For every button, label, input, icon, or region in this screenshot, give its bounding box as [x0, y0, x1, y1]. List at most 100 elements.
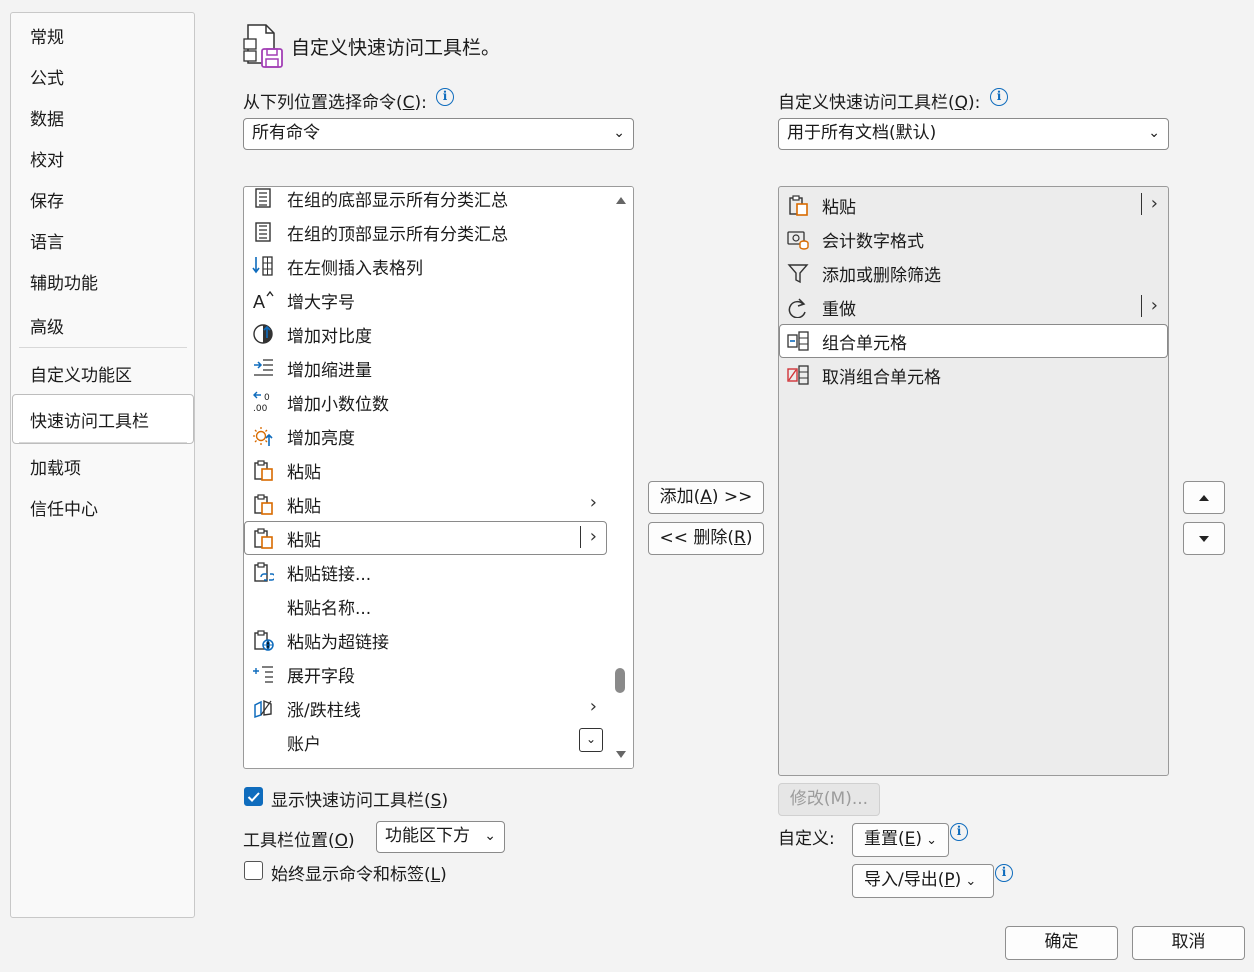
qat-commands-list[interactable]: 粘贴 › 会计数字格式添加或删除筛选 重做 › 组合单元格取消组合单元格 — [778, 186, 1169, 776]
scroll-down-arrow-icon[interactable] — [615, 750, 627, 760]
list-item[interactable]: 取消组合单元格 — [779, 358, 1168, 392]
add-button[interactable]: 添加(A) >> — [648, 481, 764, 514]
svg-text:A: A — [253, 292, 265, 311]
svg-text:.00: .00 — [253, 404, 268, 413]
sidebar-item-addins[interactable]: 加载项 — [30, 454, 81, 479]
choose-commands-dropdown[interactable]: 所有命令 ⌄ — [243, 118, 634, 150]
always-show-labels-label: 始终显示命令和标签(L) — [271, 865, 447, 885]
list-item[interactable]: 在组的底部显示所有分类汇总 — [244, 187, 607, 215]
list-item[interactable]: 粘贴 — [244, 453, 607, 487]
sidebar-item-quick-access-toolbar[interactable]: 快速访问工具栏 — [30, 407, 149, 432]
sidebar-item-save[interactable]: 保存 — [30, 187, 64, 212]
list-item[interactable]: 重做 › — [779, 290, 1168, 324]
info-icon[interactable]: i — [436, 88, 454, 106]
split-divider — [1141, 193, 1142, 215]
move-up-button[interactable] — [1183, 481, 1225, 514]
list-item[interactable]: 在左侧插入表格列 — [244, 249, 607, 283]
list-item[interactable]: 会计数字格式 — [779, 222, 1168, 256]
svg-text:0: 0 — [264, 393, 270, 403]
chevron-down-icon: ⌄ — [922, 833, 938, 848]
chevron-right-icon[interactable]: › — [1151, 193, 1158, 214]
sidebar-item-data[interactable]: 数据 — [30, 105, 64, 130]
paste-icon — [254, 528, 273, 549]
move-down-button[interactable] — [1183, 522, 1225, 555]
sidebar-item-proofing[interactable]: 校对 — [30, 146, 64, 171]
dropdown-icon[interactable]: ⌄ — [579, 728, 603, 752]
sidebar-item-advanced[interactable]: 高级 — [30, 313, 64, 338]
merge-cells-icon — [787, 331, 809, 351]
list-item-label: 粘贴名称... — [287, 599, 372, 619]
chevron-right-icon[interactable]: › — [1151, 295, 1158, 316]
list-item[interactable]: 粘贴为超链接 — [244, 623, 607, 657]
chevron-right-icon[interactable]: › — [590, 492, 597, 513]
options-sidebar: 常规 公式 数据 校对 保存 语言 辅助功能 高级 自定义功能区 快速访问工具栏… — [10, 12, 195, 918]
list-item[interactable]: 粘贴链接... — [244, 555, 607, 589]
sidebar-item-general[interactable]: 常规 — [30, 23, 64, 48]
customize-label: 自定义: — [778, 829, 835, 849]
list-item[interactable]: 粘贴名称... — [244, 589, 607, 623]
chevron-right-icon[interactable]: › — [590, 696, 597, 717]
list-item[interactable]: A 增大字号 — [244, 283, 607, 317]
list-item[interactable]: 粘贴 › — [244, 521, 607, 555]
show-qat-checkbox[interactable] — [244, 787, 263, 806]
chevron-down-icon: ⌄ — [1148, 125, 1160, 141]
info-icon[interactable]: i — [950, 823, 968, 841]
sidebar-item-customize-ribbon[interactable]: 自定义功能区 — [30, 361, 132, 386]
sidebar-item-formulas[interactable]: 公式 — [30, 64, 64, 89]
customize-qat-label: 自定义快速访问工具栏(Q): — [778, 93, 981, 113]
up-down-bars-icon — [254, 699, 272, 719]
chevron-right-icon[interactable]: › — [590, 526, 597, 547]
list-item-label: 展开字段 — [287, 667, 355, 687]
remove-button[interactable]: << 删除(R) — [648, 522, 764, 555]
checkmark-icon — [247, 792, 260, 802]
import-export-dropdown-button[interactable]: 导入/导出(P) ⌄ — [852, 864, 994, 898]
list-item[interactable]: 0.00 增加小数位数 — [244, 385, 607, 419]
sidebar-divider — [19, 442, 187, 443]
list-item[interactable]: 组合单元格 — [779, 324, 1168, 358]
quick-access-toolbar-icon — [243, 24, 283, 68]
list-item-label: 在组的底部显示所有分类汇总 — [287, 191, 508, 211]
sidebar-item-trust-center[interactable]: 信任中心 — [30, 495, 98, 520]
commands-list[interactable]: 在组的底部显示所有分类汇总 在组的顶部显示所有分类汇总 在左侧插入表格列 A 增大字号增… — [243, 186, 634, 769]
list-item-label: 增加缩进量 — [287, 361, 372, 381]
list-item-label: 粘贴链接... — [287, 565, 372, 585]
list-item-label: 会计数字格式 — [822, 232, 924, 252]
list-item[interactable]: 在组的顶部显示所有分类汇总 — [244, 215, 607, 249]
increase-contrast-icon — [253, 324, 273, 344]
scrollbar[interactable] — [607, 187, 633, 768]
always-show-labels-checkbox[interactable] — [244, 861, 263, 880]
cancel-button[interactable]: 取消 — [1132, 926, 1245, 960]
list-item-label: 粘贴 — [822, 198, 856, 218]
list-item[interactable]: 添加或删除筛选 — [779, 256, 1168, 290]
list-item[interactable]: 涨/跌柱线 › — [244, 691, 607, 725]
scrollbar-thumb[interactable] — [615, 668, 625, 693]
accounting-format-icon — [787, 231, 809, 250]
info-icon[interactable]: i — [995, 864, 1013, 882]
list-item[interactable]: 账户 ⌄ — [244, 725, 607, 759]
redo-icon — [788, 298, 806, 318]
modify-button[interactable]: 修改(M)... — [778, 783, 880, 816]
ok-button[interactable]: 确定 — [1005, 926, 1118, 960]
sidebar-item-language[interactable]: 语言 — [30, 228, 64, 253]
list-item-label: 取消组合单元格 — [822, 368, 941, 388]
qat-scope-dropdown[interactable]: 用于所有文档(默认) ⌄ — [778, 118, 1169, 150]
list-item[interactable]: 增加亮度 — [244, 419, 607, 453]
sidebar-item-accessibility[interactable]: 辅助功能 — [30, 269, 98, 294]
expand-field-icon — [253, 666, 273, 683]
increase-font-size-icon: A — [253, 290, 274, 311]
list-item[interactable]: 增加对比度 — [244, 317, 607, 351]
list-item[interactable]: 展开字段 — [244, 657, 607, 691]
scroll-up-arrow-icon[interactable] — [615, 195, 627, 205]
info-icon[interactable]: i — [990, 88, 1008, 106]
toolbar-position-dropdown[interactable]: 功能区下方 ⌄ — [376, 821, 505, 853]
increase-brightness-icon — [253, 427, 273, 446]
chevron-down-icon: ⌄ — [484, 828, 496, 844]
paste-hyperlink-icon — [254, 630, 274, 651]
arrow-down-icon — [1199, 536, 1209, 542]
list-item[interactable]: 粘贴 › — [779, 188, 1168, 222]
list-item-label: 在左侧插入表格列 — [287, 259, 423, 279]
list-item[interactable]: 粘贴 › — [244, 487, 607, 521]
choose-commands-label: 从下列位置选择命令(C): — [243, 93, 427, 113]
reset-dropdown-button[interactable]: 重置(E) ⌄ — [852, 823, 949, 857]
list-item[interactable]: 增加缩进量 — [244, 351, 607, 385]
